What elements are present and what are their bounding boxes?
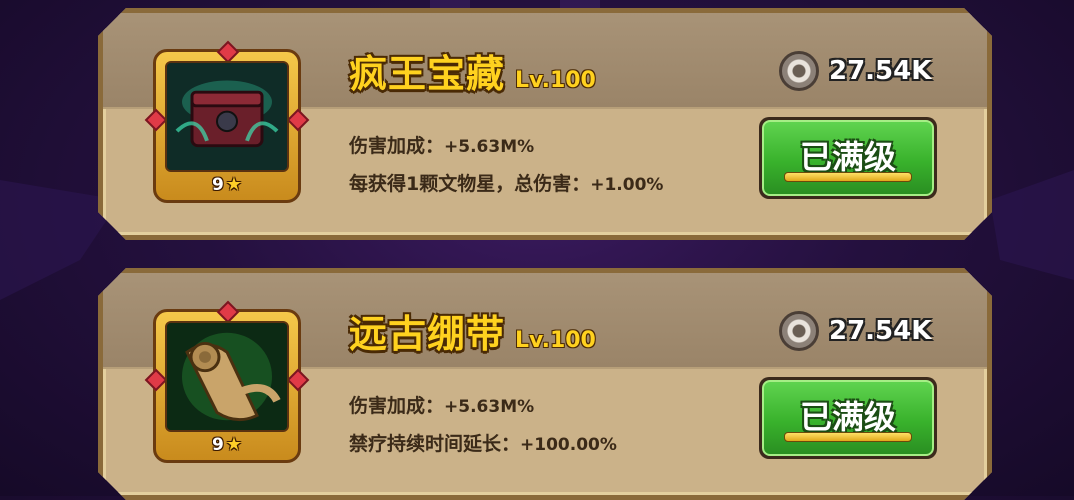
- star-count: 9 ★: [156, 434, 298, 456]
- button-progress-bar: [784, 432, 912, 442]
- stat-value: +1.00%: [590, 175, 664, 195]
- treasure-chest-icon: [165, 61, 289, 172]
- gem-decoration-icon: [145, 109, 168, 132]
- star-count-value: 9: [212, 435, 224, 455]
- stat-label: 伤害加成：: [349, 395, 445, 417]
- relic-name: 疯王宝藏: [349, 52, 506, 96]
- stat-heal-block-duration: 禁疗持续时间延长：+100.00%: [349, 429, 617, 456]
- button-progress-bar: [784, 172, 912, 182]
- relic-level: Lv.100: [515, 328, 596, 353]
- relic-card-ancient-bandage: 9 ★ 远古绷带 Lv.100 27.54K 伤害加成：+5.63M% 禁疗持续时…: [98, 268, 992, 500]
- relic-icon-frame[interactable]: 9 ★: [153, 49, 301, 203]
- stat-damage-bonus: 伤害加成：+5.63M%: [349, 391, 534, 418]
- upgrade-cost: 27.54K: [779, 51, 931, 91]
- relic-icon-frame[interactable]: 9 ★: [153, 309, 301, 463]
- cost-value: 27.54K: [829, 316, 932, 346]
- star-icon: ★: [225, 434, 242, 455]
- stat-value: +100.00%: [520, 435, 617, 455]
- gem-decoration-icon: [287, 369, 310, 392]
- star-count-value: 9: [212, 175, 224, 195]
- star-count: 9 ★: [156, 174, 298, 196]
- relic-card-mad-king-treasure: 9 ★ 疯王宝藏 Lv.100 27.54K 伤害加成：+5.63M% 每获得1颗…: [98, 8, 992, 240]
- stat-label: 每获得1颗文物星，总伤害：: [349, 173, 591, 195]
- upgrade-cost: 27.54K: [779, 311, 931, 351]
- max-level-button[interactable]: 已满级: [759, 117, 937, 199]
- stat-value: +5.63M%: [444, 137, 535, 157]
- gear-currency-icon: [779, 51, 819, 91]
- ancient-scroll-icon: [165, 321, 289, 432]
- relic-title: 疯王宝藏 Lv.100: [349, 43, 596, 93]
- relic-name: 远古绷带: [349, 312, 506, 356]
- stat-label: 伤害加成：: [349, 135, 445, 157]
- stat-damage-bonus: 伤害加成：+5.63M%: [349, 131, 534, 158]
- gear-currency-icon: [779, 311, 819, 351]
- gem-decoration-icon: [287, 109, 310, 132]
- relic-title: 远古绷带 Lv.100: [349, 303, 596, 353]
- stat-label: 禁疗持续时间延长：: [349, 433, 521, 455]
- gem-decoration-icon: [145, 369, 168, 392]
- relic-level: Lv.100: [515, 68, 596, 93]
- stat-star-damage: 每获得1颗文物星，总伤害：+1.00%: [349, 169, 663, 196]
- star-icon: ★: [225, 174, 242, 195]
- max-level-button[interactable]: 已满级: [759, 377, 937, 459]
- cost-value: 27.54K: [829, 56, 932, 86]
- stat-value: +5.63M%: [444, 397, 535, 417]
